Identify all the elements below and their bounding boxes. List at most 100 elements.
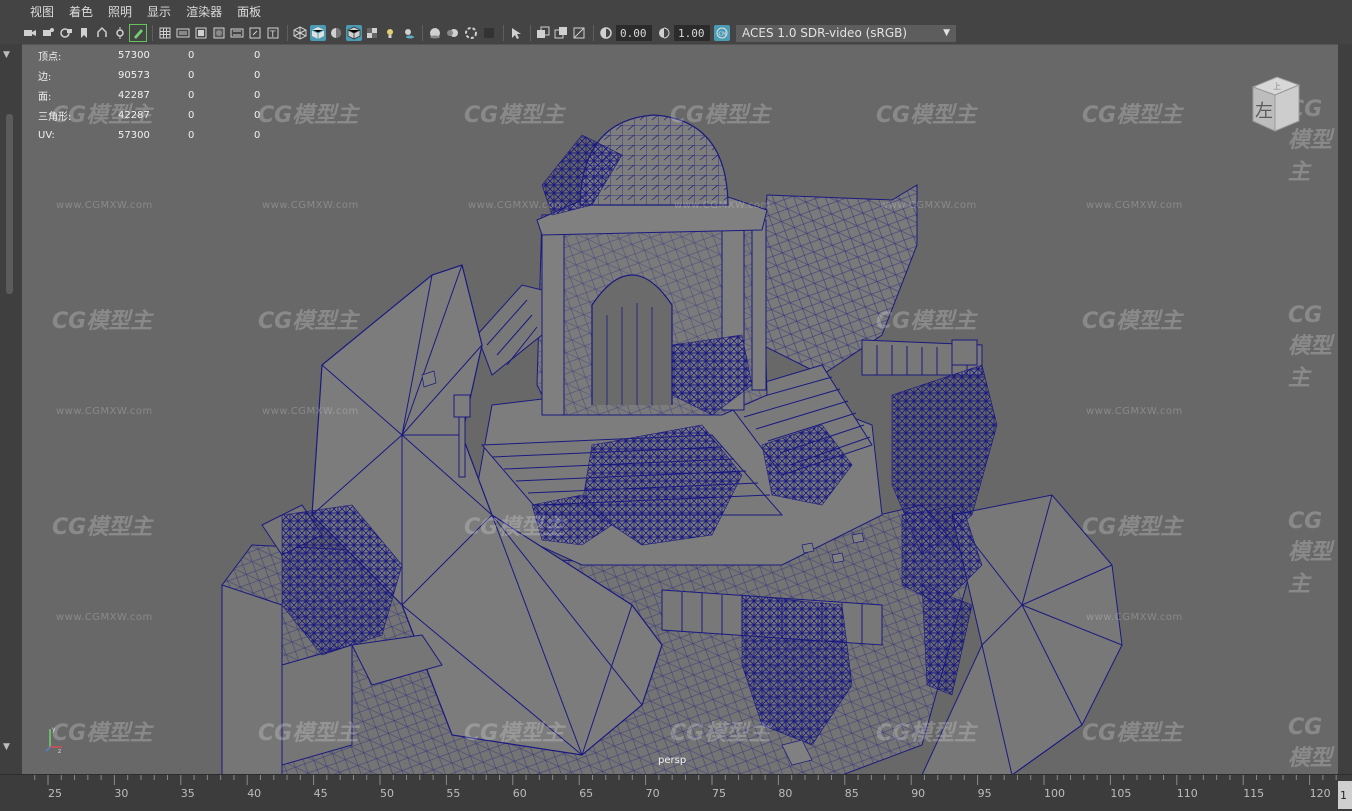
grease-pencil-icon[interactable]	[129, 24, 147, 42]
grid-icon[interactable]	[157, 25, 173, 41]
camera-name-label: persp	[658, 755, 687, 766]
textured-icon[interactable]	[364, 25, 380, 41]
wireframe-on-shaded-icon[interactable]	[346, 25, 362, 41]
timeline-tick-label: 120	[1310, 787, 1331, 800]
view-cube-left-label: 左	[1255, 101, 1273, 122]
use-default-material-icon[interactable]	[328, 25, 344, 41]
3d-viewport[interactable]: CG模型主 CG模型主 CG模型主 CG模型主 CG模型主 CG模型主 CG模型…	[22, 44, 1338, 774]
hud-row-uvs: UV: 57300 0 0	[38, 125, 294, 145]
scroll-up-arrow-icon[interactable]: ▼	[3, 50, 10, 60]
watermark-logo: CG模型主	[1082, 309, 1183, 334]
camera-icon[interactable]	[22, 25, 38, 41]
exposure-icon[interactable]	[656, 25, 672, 41]
xray-components-icon[interactable]	[571, 25, 587, 41]
scrollbar-thumb[interactable]	[6, 114, 13, 294]
timeline-tick-label: 40	[247, 787, 261, 800]
safe-title-icon[interactable]: T	[265, 25, 281, 41]
camera-attributes-icon[interactable]	[40, 25, 56, 41]
bookmark-icon[interactable]	[58, 25, 74, 41]
timeline-tick-label: 45	[314, 787, 328, 800]
xray-icon[interactable]	[535, 25, 551, 41]
gamma-icon[interactable]	[598, 25, 614, 41]
menu-shading[interactable]: 着色	[69, 3, 93, 20]
timeline-tick-label: 65	[579, 787, 593, 800]
hud-label: 面:	[38, 91, 52, 103]
field-chart-icon[interactable]	[229, 25, 245, 41]
hud-value: 42287	[118, 89, 150, 101]
menu-lighting[interactable]: 照明	[108, 3, 132, 20]
multisample-aa-icon[interactable]	[463, 25, 479, 41]
gate-mask-icon[interactable]	[211, 25, 227, 41]
timeline-tick-label: 90	[911, 787, 925, 800]
isolate-select-icon[interactable]	[508, 25, 524, 41]
watermark-logo: CG模型主	[670, 103, 771, 128]
watermark-logo: CG模型主	[670, 721, 771, 746]
hud-label: UV:	[38, 129, 55, 141]
colorspace-value: ACES 1.0 SDR-video (sRGB)	[742, 26, 908, 40]
timeline-tick-label: 70	[646, 787, 660, 800]
hud-row-edges: 边: 90573 0 0	[38, 65, 294, 85]
menu-renderer[interactable]: 渲染器	[186, 3, 222, 20]
current-frame-field[interactable]: 1	[1338, 781, 1352, 809]
image-plane-icon[interactable]	[76, 25, 92, 41]
colorspace-dropdown[interactable]: ACES 1.0 SDR-video (sRGB) ▼	[736, 24, 956, 42]
watermark-logo: CG模型主	[464, 515, 565, 540]
motion-blur-icon[interactable]	[445, 25, 461, 41]
menu-panels[interactable]: 面板	[237, 3, 261, 20]
smooth-shade-icon[interactable]	[310, 25, 326, 41]
timeline-tick-label: 75	[712, 787, 726, 800]
svg-text:T: T	[269, 30, 276, 40]
poly-count-hud: 顶点: 57300 0 0 边: 90573 0 0 面: 42287 0 0 …	[38, 45, 294, 145]
hud-row-triangles: 三角形: 42287 0 0	[38, 105, 294, 125]
safe-action-icon[interactable]	[247, 25, 263, 41]
timeline-tick-label: 30	[114, 787, 128, 800]
hud-label: 边:	[38, 71, 52, 83]
hud-row-vertices: 顶点: 57300 0 0	[38, 45, 294, 65]
toolbar-separator	[152, 25, 153, 41]
hud-value: 0	[188, 49, 195, 61]
timeline-tick-label: 80	[778, 787, 792, 800]
film-gate-icon[interactable]	[175, 25, 191, 41]
watermark-url: www.CGMXW.com	[56, 612, 153, 623]
timeline-tick-label: 100	[1044, 787, 1065, 800]
2d-pan-icon[interactable]	[94, 25, 110, 41]
watermark-url: www.CGMXW.com	[1086, 406, 1183, 417]
hud-value: 57300	[118, 129, 150, 141]
depth-of-field-icon[interactable]	[481, 25, 497, 41]
screen-space-ao-icon[interactable]	[427, 25, 443, 41]
temple-arch	[591, 274, 673, 405]
color-management-icon[interactable]: CM	[714, 25, 730, 41]
menu-view[interactable]: 视图	[30, 3, 54, 20]
watermark-logo: CG模型主	[1288, 509, 1333, 597]
xray-joints-icon[interactable]	[553, 25, 569, 41]
timeline-tick-label: 60	[513, 787, 527, 800]
use-all-lights-icon[interactable]	[382, 25, 398, 41]
move-tool-icon[interactable]	[112, 25, 128, 41]
exposure-field[interactable]: 1.00	[674, 25, 710, 41]
resolution-gate-icon[interactable]	[193, 25, 209, 41]
hud-value: 0	[188, 109, 195, 121]
watermark-logo: CG模型主	[52, 515, 153, 540]
timeline-tick-label: 25	[48, 787, 62, 800]
timeline[interactable]: 25 30 35 40 45 50 55 60 65 70 75 80 85 90 95 100 105 110 1…	[0, 774, 1352, 811]
menu-show[interactable]: 显示	[147, 3, 171, 20]
watermark-logo: CG模型主	[876, 103, 977, 128]
hud-value: 42287	[118, 109, 150, 121]
watermark-logo: CG模型主	[1288, 715, 1333, 771]
hud-value: 90573	[118, 69, 150, 81]
toolbar-separator	[422, 25, 423, 41]
timeline-tick-label: 85	[845, 787, 859, 800]
toolbar-separator	[530, 25, 531, 41]
watermark-logo: CG模型主	[464, 721, 565, 746]
wireframe-icon[interactable]	[292, 25, 308, 41]
toolbar-separator	[287, 25, 288, 41]
shadows-icon[interactable]	[400, 25, 416, 41]
gamma-field[interactable]: 0.00	[616, 25, 652, 41]
axis-gizmo: y z	[45, 726, 62, 753]
scroll-down-arrow-icon[interactable]: ▼	[3, 742, 10, 752]
panel-menu-bar: 视图 着色 照明 显示 渲染器 面板	[0, 0, 1352, 22]
svg-text:y: y	[52, 726, 56, 733]
timeline-ruler[interactable]: 25 30 35 40 45 50 55 60 65 70 75 80 85 90 95 100 105 110 1…	[22, 775, 1338, 811]
timeline-tick-label: 50	[380, 787, 394, 800]
view-cube[interactable]: 上 左	[1247, 73, 1303, 135]
